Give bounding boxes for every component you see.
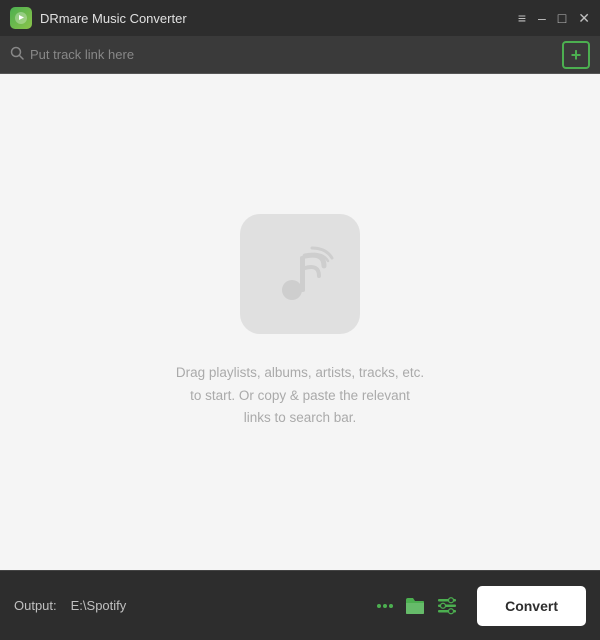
- search-icon: [10, 46, 24, 63]
- app-title: DRmare Music Converter: [40, 11, 187, 26]
- empty-message: Drag playlists, albums, artists, tracks,…: [176, 362, 424, 431]
- title-left: DRmare Music Converter: [10, 7, 187, 29]
- convert-button[interactable]: Convert: [477, 586, 586, 626]
- window-controls: ≡ – □ ✕: [518, 11, 590, 25]
- close-button[interactable]: ✕: [578, 11, 590, 25]
- output-path: E:\Spotify: [71, 598, 367, 613]
- minimize-button[interactable]: –: [538, 11, 546, 25]
- app-icon: [10, 7, 32, 29]
- folder-icon[interactable]: [405, 597, 425, 615]
- add-button[interactable]: +: [562, 41, 590, 69]
- output-label: Output:: [14, 598, 57, 613]
- search-bar: +: [0, 36, 600, 74]
- list-settings-icon[interactable]: [437, 597, 457, 615]
- more-options-icon[interactable]: [377, 604, 393, 608]
- menu-icon[interactable]: ≡: [518, 11, 526, 25]
- music-placeholder-icon: [240, 214, 360, 334]
- title-bar: DRmare Music Converter ≡ – □ ✕: [0, 0, 600, 36]
- bottom-icons: [377, 597, 457, 615]
- bottom-bar: Output: E:\Spotify Conve: [0, 570, 600, 640]
- maximize-button[interactable]: □: [558, 11, 566, 25]
- main-content: Drag playlists, albums, artists, tracks,…: [0, 74, 600, 570]
- search-input[interactable]: [30, 47, 562, 62]
